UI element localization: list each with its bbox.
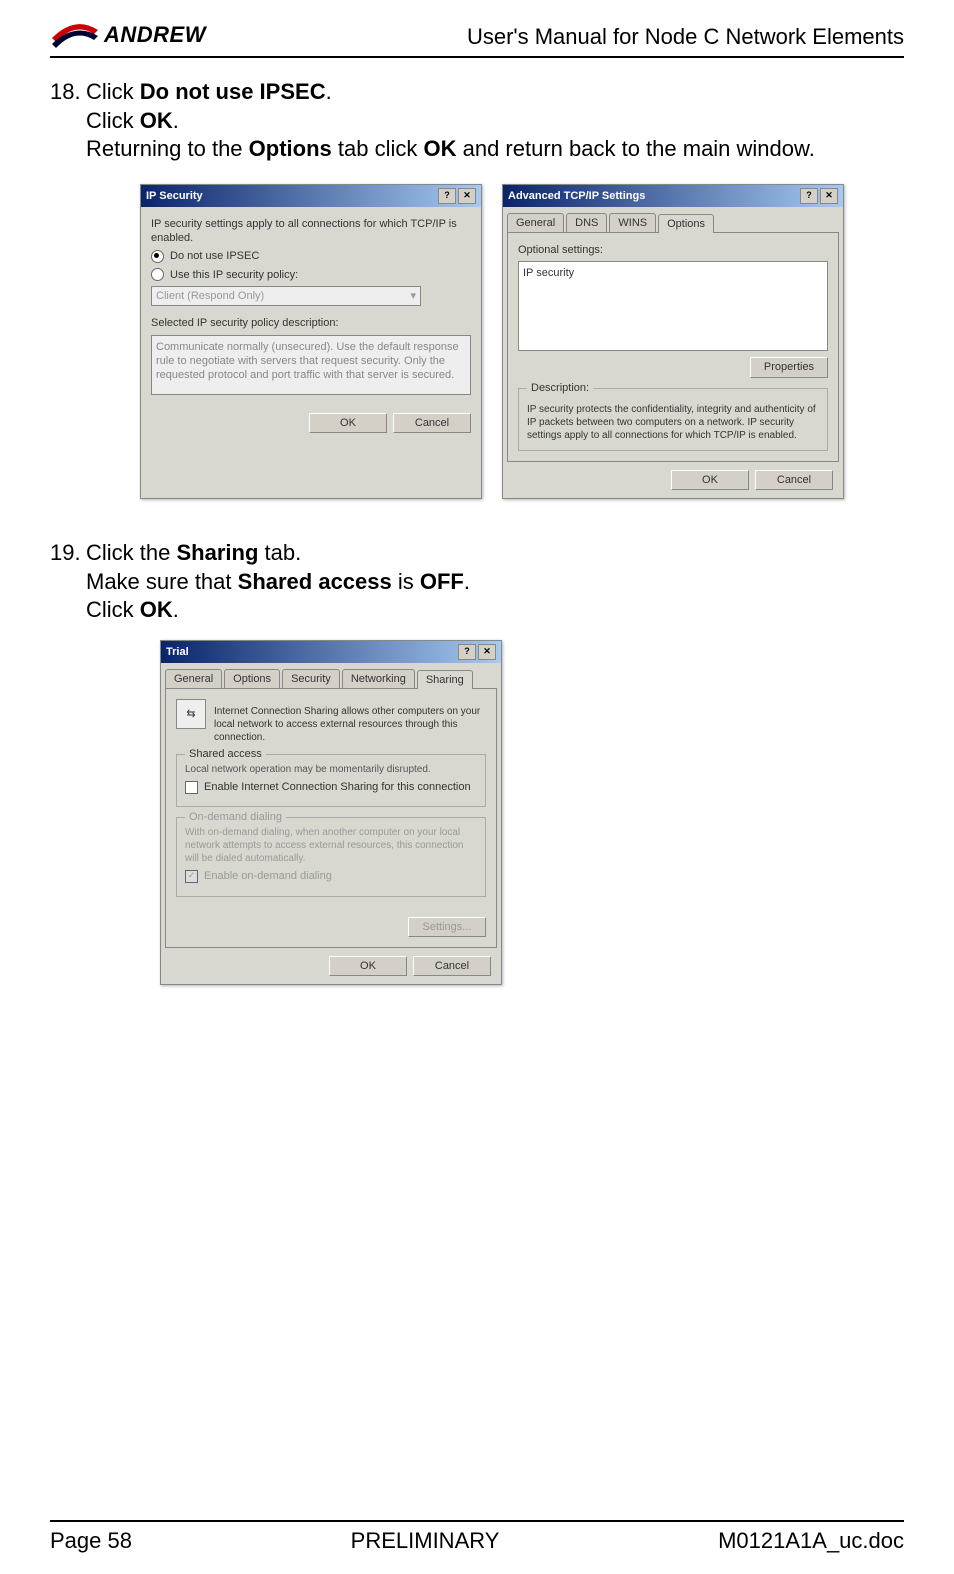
- footer-status: PRELIMINARY: [351, 1528, 500, 1554]
- tab-content: Optional settings: IP security Propertie…: [507, 232, 839, 462]
- screenshot-3: Trial ? ✕ General Options Security Netwo…: [160, 640, 904, 985]
- tab-security[interactable]: Security: [282, 669, 340, 688]
- step-19-line2: Make sure that Shared access is OFF.: [86, 568, 904, 597]
- page-header: ANDREW User's Manual for Node C Network …: [50, 20, 904, 58]
- step-number: 19.: [50, 539, 86, 568]
- step-18: 18.Click Do not use IPSEC. Click OK. Ret…: [50, 78, 904, 164]
- dialog-title: IP Security: [146, 189, 203, 203]
- screenshots-row-1: IP Security ? ✕ IP security settings app…: [140, 184, 904, 499]
- cancel-button[interactable]: Cancel: [393, 413, 471, 433]
- dialog-title: Advanced TCP/IP Settings: [508, 189, 645, 203]
- shared-access-note: Local network operation may be momentari…: [185, 763, 477, 776]
- tab-networking[interactable]: Networking: [342, 669, 415, 688]
- dialog-titlebar: Trial ? ✕: [161, 641, 501, 663]
- tab-content: ⇆ Internet Connection Sharing allows oth…: [165, 688, 497, 948]
- tab-general[interactable]: General: [165, 669, 222, 688]
- page-footer: Page 58 PRELIMINARY M0121A1A_uc.doc: [50, 1520, 904, 1554]
- ok-button[interactable]: OK: [329, 956, 407, 976]
- step-number: 18.: [50, 78, 86, 107]
- tab-options[interactable]: Options: [658, 214, 714, 233]
- list-item[interactable]: IP security: [523, 266, 823, 280]
- close-icon[interactable]: ✕: [478, 644, 496, 660]
- cancel-button[interactable]: Cancel: [755, 470, 833, 490]
- optional-settings-list[interactable]: IP security: [518, 261, 828, 351]
- trial-dialog: Trial ? ✕ General Options Security Netwo…: [160, 640, 502, 985]
- cancel-button[interactable]: Cancel: [413, 956, 491, 976]
- dialog-titlebar: IP Security ? ✕: [141, 185, 481, 207]
- on-demand-label: On-demand dialing: [185, 810, 286, 824]
- optional-settings-label: Optional settings:: [518, 243, 828, 257]
- dialog-titlebar: Advanced TCP/IP Settings ? ✕: [503, 185, 843, 207]
- shared-access-group: Shared access Local network operation ma…: [176, 754, 486, 807]
- tabs: General DNS WINS Options: [503, 213, 843, 232]
- checkbox-icon: [185, 781, 198, 794]
- tabs: General Options Security Networking Shar…: [161, 669, 501, 688]
- ok-button[interactable]: OK: [671, 470, 749, 490]
- description-text: IP security protects the confidentiality…: [527, 403, 819, 442]
- enable-on-demand-checkbox: Enable on-demand dialing: [185, 869, 477, 883]
- tab-general[interactable]: General: [507, 213, 564, 232]
- enable-sharing-checkbox[interactable]: Enable Internet Connection Sharing for t…: [185, 780, 477, 794]
- tab-options[interactable]: Options: [224, 669, 280, 688]
- policy-desc-label: Selected IP security policy description:: [151, 316, 471, 330]
- ip-security-intro: IP security settings apply to all connec…: [151, 217, 471, 246]
- shared-access-label: Shared access: [185, 747, 266, 761]
- tab-wins[interactable]: WINS: [609, 213, 656, 232]
- step-19: 19.Click the Sharing tab. Make sure that…: [50, 539, 904, 625]
- chevron-down-icon: ▾: [410, 289, 416, 303]
- close-icon[interactable]: ✕: [820, 188, 838, 204]
- logo-text: ANDREW: [104, 22, 206, 48]
- sharing-icon: ⇆: [176, 699, 206, 729]
- properties-button[interactable]: Properties: [750, 357, 828, 377]
- help-icon[interactable]: ?: [438, 188, 456, 204]
- policy-select[interactable]: Client (Respond Only) ▾: [151, 286, 421, 306]
- step-19-line3: Click OK.: [86, 596, 904, 625]
- advanced-tcpip-dialog: Advanced TCP/IP Settings ? ✕ General DNS…: [502, 184, 844, 499]
- tab-sharing[interactable]: Sharing: [417, 670, 473, 689]
- radio-icon: [151, 250, 164, 263]
- dialog-title: Trial: [166, 645, 189, 659]
- settings-button: Settings...: [408, 917, 486, 937]
- logo: ANDREW: [50, 20, 206, 50]
- on-demand-note: With on-demand dialing, when another com…: [185, 826, 477, 865]
- description-label: Description:: [527, 381, 593, 395]
- tab-dns[interactable]: DNS: [566, 213, 607, 232]
- footer-docid: M0121A1A_uc.doc: [718, 1528, 904, 1554]
- footer-page: Page 58: [50, 1528, 132, 1554]
- ip-security-dialog: IP Security ? ✕ IP security settings app…: [140, 184, 482, 499]
- checkbox-icon: [185, 870, 198, 883]
- content: 18.Click Do not use IPSEC. Click OK. Ret…: [50, 78, 904, 985]
- radio-use-policy[interactable]: Use this IP security policy:: [151, 268, 471, 282]
- step-18-line3: Returning to the Options tab click OK an…: [86, 135, 904, 164]
- radio-icon: [151, 268, 164, 281]
- help-icon[interactable]: ?: [800, 188, 818, 204]
- sharing-intro: Internet Connection Sharing allows other…: [214, 705, 486, 744]
- help-icon[interactable]: ?: [458, 644, 476, 660]
- logo-swoosh-icon: [50, 20, 100, 50]
- close-icon[interactable]: ✕: [458, 188, 476, 204]
- radio-do-not-use-ipsec[interactable]: Do not use IPSEC: [151, 249, 471, 263]
- page-header-title: User's Manual for Node C Network Element…: [467, 24, 904, 50]
- on-demand-dialing-group: On-demand dialing With on-demand dialing…: [176, 817, 486, 896]
- policy-desc-text: Communicate normally (unsecured). Use th…: [151, 335, 471, 395]
- ok-button[interactable]: OK: [309, 413, 387, 433]
- description-group: Description: IP security protects the co…: [518, 388, 828, 451]
- step-18-line2: Click OK.: [86, 107, 904, 136]
